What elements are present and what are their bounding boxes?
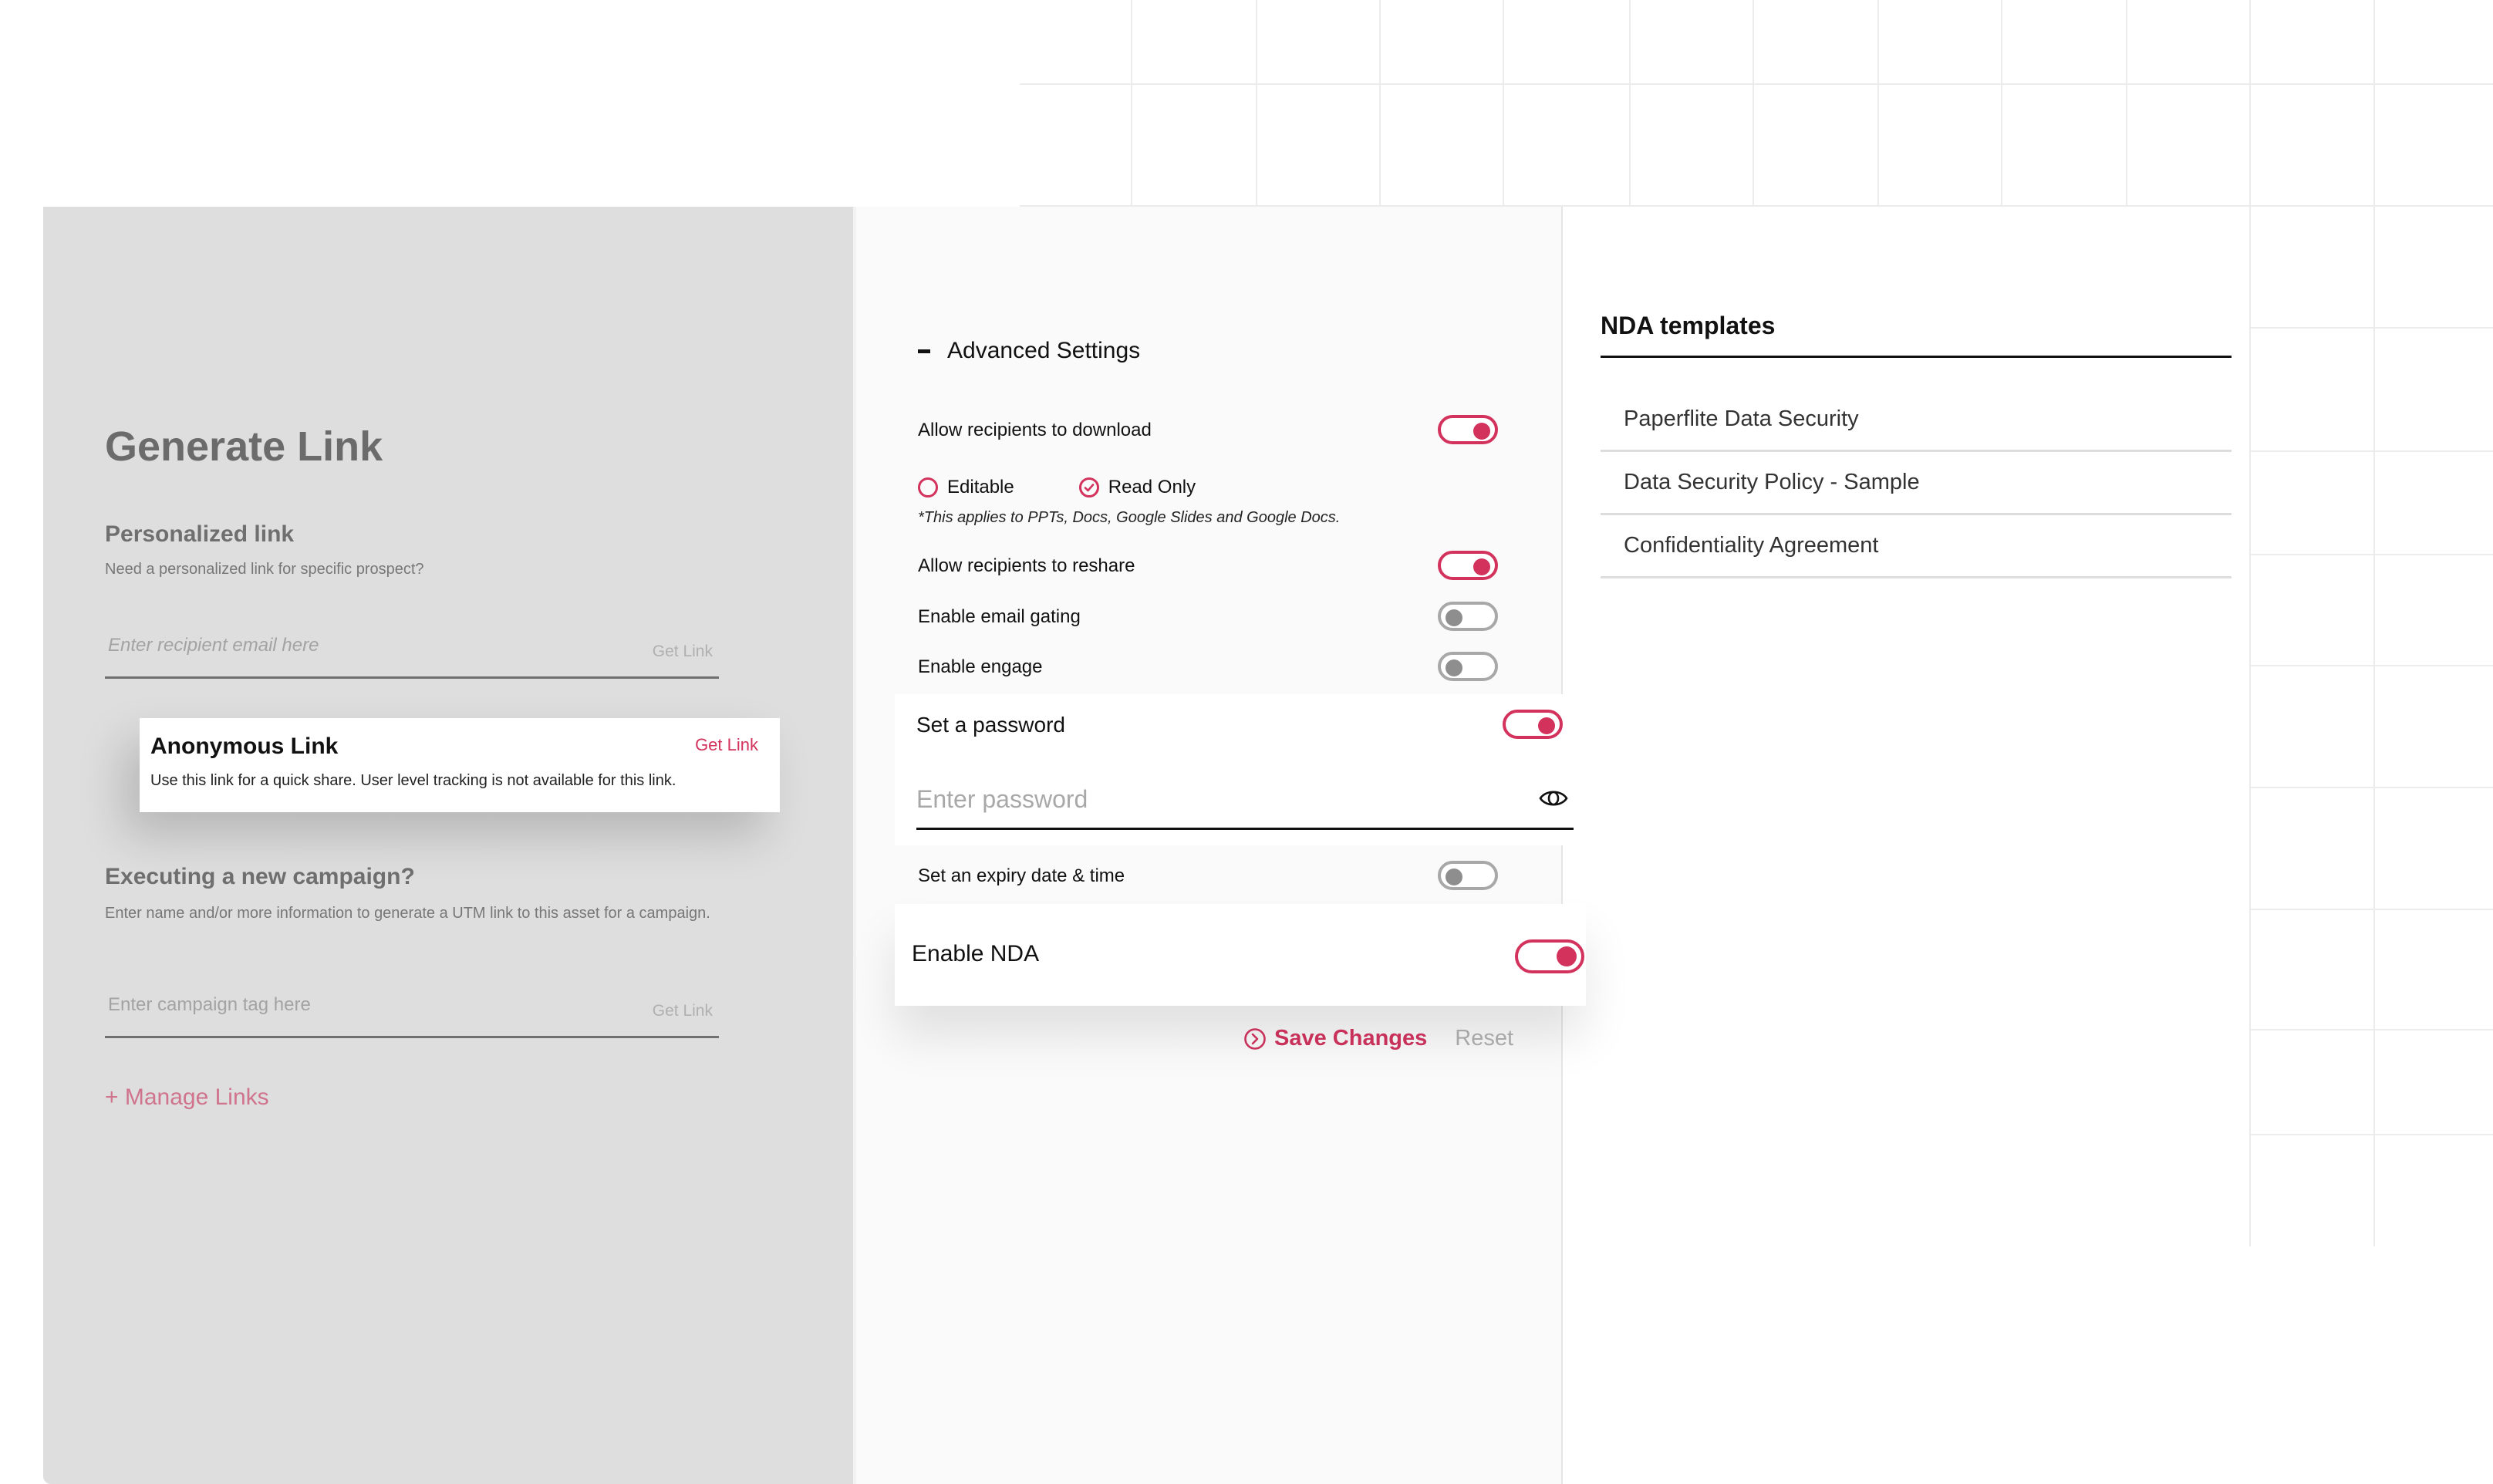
chevron-circle-right-icon: [1244, 1027, 1266, 1050]
grid-line: [1503, 0, 1504, 207]
password-label: Set a password: [916, 713, 1065, 737]
recipient-email-field[interactable]: Enter recipient email here Get Link: [105, 629, 719, 679]
enable-nda-card: Enable NDA: [895, 904, 1586, 1006]
grid-line: [1629, 0, 1631, 207]
grid-line: [2249, 787, 2493, 788]
expiry-label: Set an expiry date & time: [918, 865, 1125, 886]
radio-unchecked-icon: [918, 477, 938, 497]
grid-line: [2126, 0, 2127, 207]
grid-line: [2249, 327, 2493, 329]
grid-line: [1020, 83, 2493, 85]
recipient-email-placeholder: Enter recipient email here: [108, 635, 319, 656]
toggle-knob: [1538, 717, 1555, 734]
manage-links-button[interactable]: + Manage Links: [105, 1084, 269, 1111]
nda-templates-title: NDA templates: [1601, 312, 1776, 339]
nda-templates-divider: [1601, 356, 2232, 358]
advanced-settings-header[interactable]: Advanced Settings: [918, 338, 1140, 364]
email-gating-label: Enable email gating: [918, 606, 1081, 627]
grid-line: [2249, 1134, 2493, 1135]
grid-line: [1753, 0, 1754, 207]
enable-nda-label: Enable NDA: [912, 941, 1040, 966]
download-toggle[interactable]: [1438, 415, 1498, 444]
radio-checked-icon: [1078, 477, 1099, 497]
engage-label: Enable engage: [918, 656, 1043, 677]
email-gating-toggle[interactable]: [1438, 602, 1498, 631]
save-changes-label: Save Changes: [1274, 1026, 1428, 1051]
grid-line: [2249, 0, 2251, 1246]
advanced-settings-panel: [856, 207, 1563, 1484]
eye-icon[interactable]: [1538, 787, 1569, 810]
campaign-tag-placeholder: Enter campaign tag here: [108, 994, 311, 1015]
grid-line: [2249, 909, 2493, 910]
personalized-link-description: Need a personalized link for specific pr…: [105, 561, 424, 578]
grid-line: [1379, 0, 1381, 207]
anonymous-link-title: Anonymous Link: [150, 734, 339, 759]
grid-line: [2249, 665, 2493, 666]
grid-line: [2249, 450, 2493, 452]
grid-line: [1877, 0, 1879, 207]
anonymous-link-card: Anonymous Link Get Link Use this link fo…: [140, 718, 780, 812]
toggle-knob: [1446, 868, 1462, 885]
grid-line: [2249, 554, 2493, 555]
reset-button[interactable]: Reset: [1455, 1026, 1513, 1051]
toggle-knob: [1446, 659, 1462, 676]
nda-template-item[interactable]: Confidentiality Agreement: [1601, 515, 2232, 578]
grid-line: [2373, 0, 2375, 1246]
nda-templates-list: Paperflite Data Security Data Security P…: [1601, 389, 2232, 578]
grid-line: [2249, 1029, 2493, 1030]
radio-editable-label: Editable: [947, 477, 1014, 497]
grid-line: [2001, 0, 2002, 207]
nda-template-item[interactable]: Paperflite Data Security: [1601, 389, 2232, 452]
anonymous-get-link-button[interactable]: Get Link: [695, 735, 758, 755]
password-placeholder: Enter password: [916, 785, 1088, 813]
grid-line: [1256, 0, 1257, 207]
password-card: Set a password Enter password: [895, 694, 1574, 845]
reshare-toggle[interactable]: [1438, 551, 1498, 580]
save-changes-button[interactable]: Save Changes: [1243, 1026, 1427, 1051]
enable-nda-toggle[interactable]: [1515, 939, 1584, 973]
page-title: Generate Link: [105, 423, 383, 470]
download-label: Allow recipients to download: [918, 420, 1152, 440]
personalized-get-link-button[interactable]: Get Link: [653, 643, 713, 661]
campaign-title: Executing a new campaign?: [105, 864, 415, 889]
toggle-knob: [1473, 423, 1490, 440]
anonymous-link-description: Use this link for a quick share. User le…: [150, 772, 676, 789]
generate-link-panel: [43, 207, 853, 1484]
toggle-knob: [1557, 946, 1577, 966]
permission-note: *This applies to PPTs, Docs, Google Slid…: [918, 509, 1341, 526]
permission-radio-group: Editable Read Only: [918, 477, 1260, 498]
expiry-toggle[interactable]: [1438, 861, 1498, 890]
collapse-minus-icon: [918, 349, 930, 353]
engage-toggle[interactable]: [1438, 652, 1498, 681]
advanced-settings-title: Advanced Settings: [947, 338, 1141, 363]
password-input[interactable]: Enter password: [916, 779, 1574, 830]
radio-read-only-label: Read Only: [1108, 477, 1196, 497]
toggle-knob: [1473, 558, 1490, 575]
personalized-link-title: Personalized link: [105, 521, 295, 547]
nda-template-item[interactable]: Data Security Policy - Sample: [1601, 452, 2232, 515]
radio-read-only[interactable]: Read Only: [1078, 477, 1196, 498]
toggle-knob: [1446, 609, 1462, 626]
radio-editable[interactable]: Editable: [918, 477, 1014, 498]
grid-line: [1131, 0, 1132, 207]
password-toggle[interactable]: [1503, 710, 1563, 739]
reshare-label: Allow recipients to reshare: [918, 555, 1135, 576]
campaign-description: Enter name and/or more information to ge…: [105, 905, 710, 922]
campaign-get-link-button[interactable]: Get Link: [653, 1002, 713, 1020]
settings-actions: Save Changes Reset: [1243, 1026, 1513, 1051]
campaign-tag-field[interactable]: Enter campaign tag here Get Link: [105, 989, 719, 1038]
